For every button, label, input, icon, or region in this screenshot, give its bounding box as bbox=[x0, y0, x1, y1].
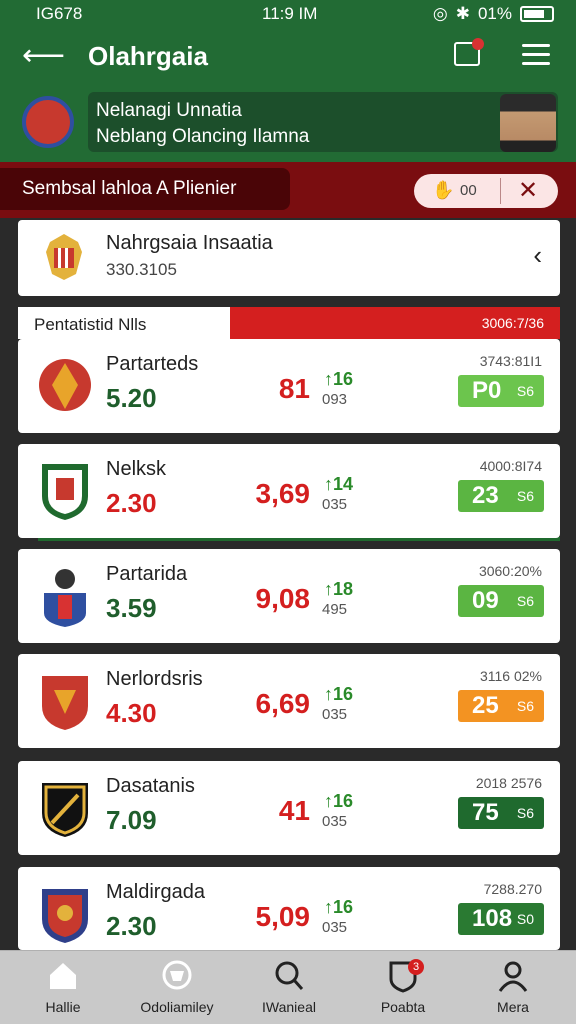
delta-value: ↑18 bbox=[324, 579, 354, 599]
table-title: Pentatistid Nlls bbox=[34, 315, 147, 334]
score-badge[interactable]: 23 S6 bbox=[458, 480, 544, 512]
list-item[interactable]: Maldirgada 2.30 5,09 ↑16 035 7288.270 10… bbox=[18, 867, 560, 950]
filter-pill-text: 00 bbox=[460, 182, 477, 199]
person-icon bbox=[498, 961, 528, 992]
bluetooth-icon: ✱ bbox=[455, 4, 470, 23]
home-icon bbox=[50, 963, 76, 989]
delta-value: ↑16 bbox=[324, 369, 354, 389]
team-value: 5.20 bbox=[106, 383, 157, 413]
delta-value: ↑16 bbox=[324, 897, 354, 917]
nav-search[interactable]: IWanieal bbox=[234, 959, 344, 1015]
page-title: Olahrgaia bbox=[88, 41, 208, 71]
team-value: 7.09 bbox=[106, 805, 157, 835]
team-name: Nelksk bbox=[106, 458, 167, 480]
row-code: 3743:81I1 bbox=[479, 353, 542, 369]
menu-icon[interactable] bbox=[522, 44, 550, 71]
team-logo-icon bbox=[42, 783, 88, 837]
score-badge[interactable]: P0 S6 bbox=[458, 375, 544, 407]
table-header: Pentatistid Nlls 3006:7/36 bbox=[18, 307, 560, 339]
banner-line-1: Nelanagi Unnatia bbox=[96, 100, 242, 121]
score-badge[interactable]: 108 S0 bbox=[458, 903, 544, 935]
odds-value: 81 bbox=[278, 373, 310, 404]
player-avatar bbox=[500, 94, 556, 152]
delta-value: ↑14 bbox=[324, 474, 354, 494]
team-logo-icon bbox=[44, 569, 86, 627]
team-value: 2.30 bbox=[106, 911, 157, 941]
list-item[interactable]: Partarida 3.59 9,08 ↑18 495 3060:20% 09 S… bbox=[18, 549, 560, 643]
sub-value: 093 bbox=[322, 391, 348, 408]
hand-icon: ✋ bbox=[432, 180, 455, 200]
sub-value: 035 bbox=[322, 706, 348, 723]
team-name: Nerlordsris bbox=[106, 668, 203, 690]
score-badge[interactable]: 09 S6 bbox=[458, 585, 544, 617]
list-item[interactable]: Partarteds 5.20 81 ↑16 093 3743:81I1 P0 S… bbox=[18, 339, 560, 433]
odds-value: 5,09 bbox=[255, 901, 311, 932]
list-item[interactable]: Nerlordsris 4.30 6,69 ↑16 035 3116 02% 2… bbox=[18, 654, 560, 748]
filter-pill[interactable]: ✋ 00 ✕ bbox=[414, 174, 558, 208]
odds-value: 41 bbox=[278, 795, 310, 826]
odds-value: 3,69 bbox=[255, 478, 311, 509]
row-code: 7288.270 bbox=[483, 881, 542, 897]
sub-value: 035 bbox=[322, 919, 348, 936]
team-value: 3.59 bbox=[106, 593, 157, 623]
table-header-right: 3006:7/36 bbox=[481, 315, 544, 331]
league-banner: Nelanagi Unnatia Neblang Olancing Ilamna bbox=[0, 84, 576, 162]
row-code: 3116 02% bbox=[479, 668, 542, 684]
team-name: Nahrgsaia Insaatia bbox=[106, 232, 273, 254]
list-item[interactable]: Nelksk 2.30 3,69 ↑14 035 4000:8I74 23 S6 bbox=[18, 444, 560, 538]
league-crest-icon bbox=[22, 96, 74, 148]
sub-value: 035 bbox=[322, 813, 348, 830]
nav-shield[interactable]: Poabta bbox=[348, 959, 458, 1015]
row-code: 4000:8I74 bbox=[479, 458, 542, 474]
banner-info: Nelanagi Unnatia Neblang Olancing Ilamna bbox=[88, 92, 558, 152]
status-bar: IG678 11:9 IM ◎ ✱ 01% bbox=[0, 0, 576, 28]
team-value: 2.30 bbox=[106, 488, 157, 518]
bottom-navigation: Hallie Odoliamiley IWanieal Poabta 3 Mer… bbox=[0, 950, 576, 1024]
nav-home[interactable]: Hallie bbox=[8, 959, 118, 1015]
team-logo-icon bbox=[42, 464, 88, 520]
odds-value: 9,08 bbox=[255, 583, 311, 614]
score-badge[interactable]: 75 S6 bbox=[458, 797, 544, 829]
team-name: Maldirgada bbox=[106, 881, 205, 903]
chevron-left-icon[interactable]: ‹ bbox=[533, 240, 542, 271]
status-time: 11:9 IM bbox=[262, 4, 318, 23]
coat-of-arms-icon bbox=[46, 234, 82, 280]
team-logo-icon bbox=[42, 889, 88, 943]
team-code: 330.3105 bbox=[106, 260, 177, 279]
trophy-icon bbox=[162, 960, 192, 990]
list-item[interactable]: Dasatanis 7.09 41 ↑16 035 2018 2576 75 S6 bbox=[18, 761, 560, 855]
status-left-text: IG678 bbox=[36, 4, 83, 23]
row-code: 2018 2576 bbox=[475, 775, 542, 791]
app-bar: ⟵ Olahrgaia bbox=[0, 28, 576, 84]
sub-value: 495 bbox=[322, 601, 348, 618]
filter-label: Sembsal lahloa A Plienier bbox=[0, 168, 290, 210]
alarm-icon: ◎ bbox=[432, 4, 448, 23]
team-value: 4.30 bbox=[106, 698, 157, 728]
row-code: 3060:20% bbox=[478, 563, 542, 579]
back-arrow-icon[interactable]: ⟵ bbox=[22, 38, 65, 73]
nav-profile[interactable]: Mera bbox=[458, 959, 568, 1015]
close-icon[interactable]: ✕ bbox=[518, 176, 538, 205]
odds-value: 6,69 bbox=[255, 688, 311, 719]
delta-value: ↑16 bbox=[324, 791, 354, 811]
team-name: Partarteds bbox=[106, 353, 199, 375]
nav-trophy[interactable]: Odoliamiley bbox=[122, 959, 232, 1015]
team-logo-icon bbox=[42, 676, 88, 730]
banner-line-2: Neblang Olancing Ilamna bbox=[96, 126, 310, 147]
score-badge[interactable]: 25 S6 bbox=[458, 690, 544, 722]
team-logo-icon bbox=[39, 359, 91, 411]
team-name: Partarida bbox=[106, 563, 188, 585]
search-icon bbox=[275, 961, 304, 990]
sub-value: 035 bbox=[322, 496, 348, 513]
filter-bar: Sembsal lahloa A Plienier ✋ 00 ✕ bbox=[0, 162, 576, 218]
team-name: Dasatanis bbox=[106, 775, 195, 797]
delta-value: ↑16 bbox=[324, 684, 354, 704]
battery-icon bbox=[520, 6, 554, 22]
battery-text: 01% bbox=[477, 4, 512, 23]
team-header-card[interactable]: Nahrgsaia Insaatia 330.3105 ‹ bbox=[18, 220, 560, 296]
nav-badge: 3 bbox=[408, 959, 424, 975]
notification-dot bbox=[472, 38, 484, 50]
